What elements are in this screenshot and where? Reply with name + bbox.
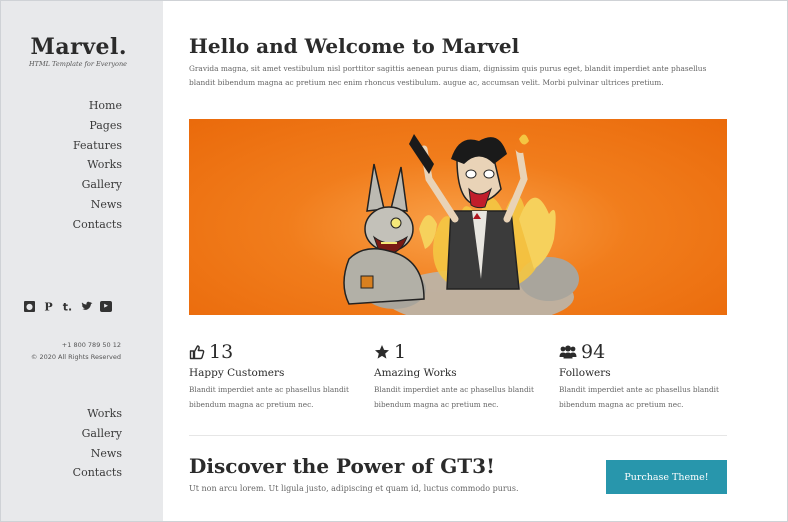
youtube-icon[interactable]: ▶ (100, 301, 112, 312)
copyright: © 2020 All Rights Reserved (30, 353, 121, 361)
logo[interactable]: Marvel. HTML Template for Everyone (29, 34, 128, 68)
tumblr-icon[interactable]: t. (62, 301, 73, 314)
bottom-nav: Works Gallery News Contacts (73, 404, 122, 483)
pinterest-icon[interactable]: P (43, 301, 54, 314)
stat-followers: 94 Followers Blandit imperdiet ante ac p… (559, 340, 734, 412)
bottom-nav-item-works[interactable]: Works (73, 404, 122, 424)
sidebar: Marvel. HTML Template for Everyone Home … (1, 1, 163, 521)
social-links: ● P t. ▶ (24, 301, 112, 314)
stat-text: Blandit imperdiet ante ac phasellus blan… (559, 385, 719, 409)
stat-title: Followers (559, 367, 611, 379)
logo-title[interactable]: Marvel. (31, 34, 128, 60)
nav-item-home[interactable]: Home (73, 96, 122, 116)
cta-title: Discover the Power of GT3! (189, 454, 495, 478)
hero-image (189, 119, 727, 315)
stat-title: Happy Customers (189, 367, 285, 379)
bottom-nav-item-news[interactable]: News (73, 444, 122, 464)
users-icon (559, 344, 577, 360)
nav-item-gallery[interactable]: Gallery (73, 175, 122, 195)
stat-number: 94 (581, 341, 606, 363)
welcome-text: Gravida magna, sit amet vestibulum nisl … (189, 64, 707, 87)
stat-text: Blandit imperdiet ante ac phasellus blan… (374, 385, 534, 409)
stat-happy-customers: 13 Happy Customers Blandit imperdiet ant… (189, 340, 364, 412)
star-icon (374, 344, 390, 360)
svg-text:P: P (44, 301, 52, 312)
phone-number: +1 800 789 50 12 (61, 341, 121, 349)
nav-item-features[interactable]: Features (73, 136, 122, 156)
cta-text: Ut non arcu lorem. Ut ligula justo, adip… (189, 484, 519, 493)
main-nav: Home Pages Features Works Gallery News C… (73, 96, 122, 235)
flickr-icon[interactable]: ● (24, 301, 35, 312)
stat-amazing-works: 1 Amazing Works Blandit imperdiet ante a… (374, 340, 549, 412)
nav-item-works[interactable]: Works (73, 155, 122, 175)
logo-subtitle: HTML Template for Everyone (28, 60, 127, 68)
divider (189, 435, 727, 436)
thumbs-up-icon (189, 344, 205, 360)
bottom-nav-item-contacts[interactable]: Contacts (73, 463, 122, 483)
purchase-theme-button[interactable]: Purchase Theme! (606, 460, 727, 494)
hero-illustration (343, 134, 579, 315)
contact-info: +1 800 789 50 12 © 2020 All Rights Reser… (31, 339, 121, 363)
page-title: Hello and Welcome to Marvel (189, 34, 520, 58)
nav-item-contacts[interactable]: Contacts (73, 215, 122, 235)
bottom-nav-item-gallery[interactable]: Gallery (73, 424, 122, 444)
stat-text: Blandit imperdiet ante ac phasellus blan… (189, 385, 349, 409)
nav-item-news[interactable]: News (73, 195, 122, 215)
nav-item-pages[interactable]: Pages (73, 116, 122, 136)
stat-number: 1 (394, 341, 407, 363)
stat-number: 13 (209, 341, 234, 363)
twitter-icon[interactable] (81, 301, 93, 312)
svg-text:t.: t. (63, 301, 72, 312)
stat-title: Amazing Works (374, 367, 457, 379)
